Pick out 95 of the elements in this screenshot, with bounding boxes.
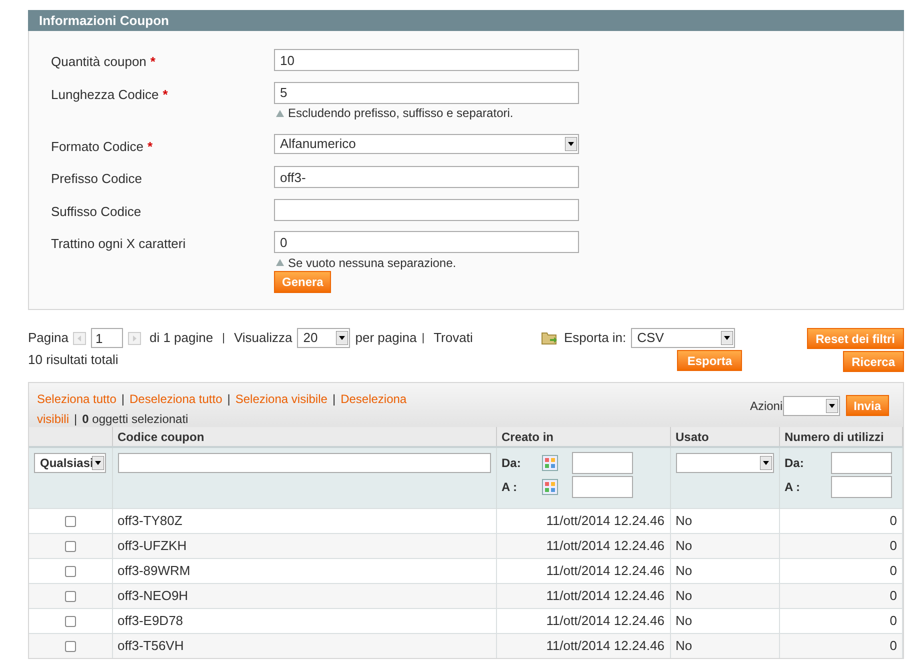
calendar-icon[interactable] — [542, 479, 558, 495]
dropdown-arrow-icon — [826, 398, 838, 412]
triangle-icon — [276, 259, 284, 266]
range-label: Da: — [502, 455, 522, 472]
dropdown-arrow-icon — [92, 456, 104, 470]
per-page-select[interactable]: 20 — [297, 328, 350, 348]
column-header[interactable]: Numero di utilizzi — [784, 430, 884, 444]
filter-select[interactable]: Qualsiasi — [34, 453, 106, 473]
table-cell: off3-NEO9H — [118, 588, 188, 603]
table-cell: No — [676, 612, 692, 628]
separator: | — [222, 330, 225, 346]
table-cell: 11/ott/2014 12.24.46 — [546, 588, 664, 603]
date-field[interactable] — [830, 452, 892, 474]
table-cell: off3-UFZKH — [118, 538, 187, 553]
separator: | — [332, 392, 336, 406]
checkbox[interactable] — [64, 641, 76, 652]
input-field[interactable]: 5 — [274, 82, 579, 104]
calendar-icon[interactable] — [542, 455, 558, 471]
triangle-icon — [276, 110, 284, 116]
input-field[interactable] — [274, 198, 579, 220]
input-field[interactable]: 0 — [274, 231, 579, 253]
separator: | — [422, 330, 425, 346]
table-cell: 11/ott/2014 12.24.46 — [546, 612, 664, 628]
table-cell: 0 — [890, 588, 897, 603]
pager-label: Visualizza — [234, 329, 292, 348]
previous-page-icon[interactable] — [73, 332, 86, 344]
field-label: Trattino ogni X caratteri — [51, 235, 186, 253]
checkbox[interactable] — [64, 590, 76, 602]
required-mark: * — [147, 138, 153, 156]
format-select[interactable]: Alfanumerico — [274, 134, 579, 154]
table-cell: 0 — [890, 562, 897, 578]
date-field[interactable] — [830, 476, 892, 498]
table-cell: 0 — [890, 538, 897, 553]
field-label: Prefisso Codice — [51, 170, 142, 188]
table-cell: off3-T56VH — [118, 638, 184, 653]
pager-label: per pagina — [355, 329, 417, 348]
table-cell: No — [676, 588, 692, 603]
field-label: Suffisso Codice — [51, 202, 142, 220]
date-field[interactable] — [572, 452, 632, 474]
next-page-icon[interactable] — [128, 332, 142, 344]
separator: | — [74, 412, 78, 426]
required-mark: * — [150, 53, 156, 71]
table-cell: 0 — [890, 512, 897, 528]
column-header[interactable]: Creato in — [502, 430, 554, 444]
table-cell: 11/ott/2014 12.24.46 — [546, 638, 664, 653]
checkbox[interactable] — [64, 616, 76, 627]
table-cell: 11/ott/2014 12.24.46 — [546, 562, 664, 578]
actions-select[interactable] — [782, 396, 840, 416]
table-cell: 11/ott/2014 12.24.46 — [546, 538, 664, 553]
table-cell: No — [676, 638, 692, 653]
dropdown-arrow-icon — [721, 331, 734, 345]
used-select[interactable] — [676, 453, 774, 473]
table-cell: 11/ott/2014 12.24.46 — [546, 512, 664, 528]
pager-label: Trovati — [434, 329, 473, 348]
input-field[interactable]: 10 — [274, 49, 579, 71]
range-label: A : — [784, 479, 802, 496]
table-cell: 0 — [890, 638, 897, 653]
pager-label: Pagina — [28, 329, 68, 348]
filter-field[interactable] — [118, 453, 490, 473]
field-hint: Escludendo prefisso, suffisso e separatori. — [288, 105, 514, 122]
separator: | — [227, 392, 230, 406]
field-hint: Se vuoto nessuna separazione. — [288, 254, 456, 272]
range-label: Da: — [784, 455, 805, 472]
date-field[interactable] — [572, 476, 632, 498]
table-cell: off3-E9D78 — [118, 612, 184, 628]
table-cell: No — [676, 512, 692, 528]
export-label: Esporta in: — [564, 329, 626, 348]
dropdown-arrow-icon — [336, 331, 348, 345]
export-format-select[interactable]: CSV — [631, 328, 736, 348]
column-header[interactable]: Usato — [676, 430, 709, 444]
input-field[interactable]: off3- — [274, 166, 579, 188]
page-field[interactable]: 1 — [91, 328, 124, 348]
checkbox[interactable] — [64, 566, 76, 577]
table-cell: off3-TY80Z — [118, 512, 182, 528]
section-header: Informazioni Coupon — [28, 10, 904, 31]
checkbox[interactable] — [64, 516, 76, 527]
pager-label: di 1 pagine — [149, 329, 214, 348]
required-mark: * — [162, 86, 168, 104]
results-total: 10 risultati totali — [28, 351, 120, 369]
column-header[interactable]: Codice coupon — [118, 430, 204, 444]
table-cell: No — [676, 562, 692, 578]
actions-label: Azioni — [750, 398, 783, 414]
field-label: Quantità coupon — [51, 53, 146, 71]
folder-arrow-icon — [541, 331, 559, 345]
separator: | — [121, 392, 125, 406]
dropdown-arrow-icon — [760, 456, 772, 470]
table-cell: 0 — [890, 612, 897, 628]
field-label: Lunghezza Codice — [51, 86, 159, 104]
selected-count: 0 oggetti selezionati — [82, 412, 188, 426]
table-cell: off3-89WRM — [118, 562, 190, 578]
dropdown-arrow-icon — [565, 136, 577, 150]
range-label: A : — [502, 479, 518, 496]
checkbox[interactable] — [64, 540, 76, 552]
table-cell: No — [676, 538, 692, 553]
field-label: Formato Codice — [51, 138, 144, 156]
